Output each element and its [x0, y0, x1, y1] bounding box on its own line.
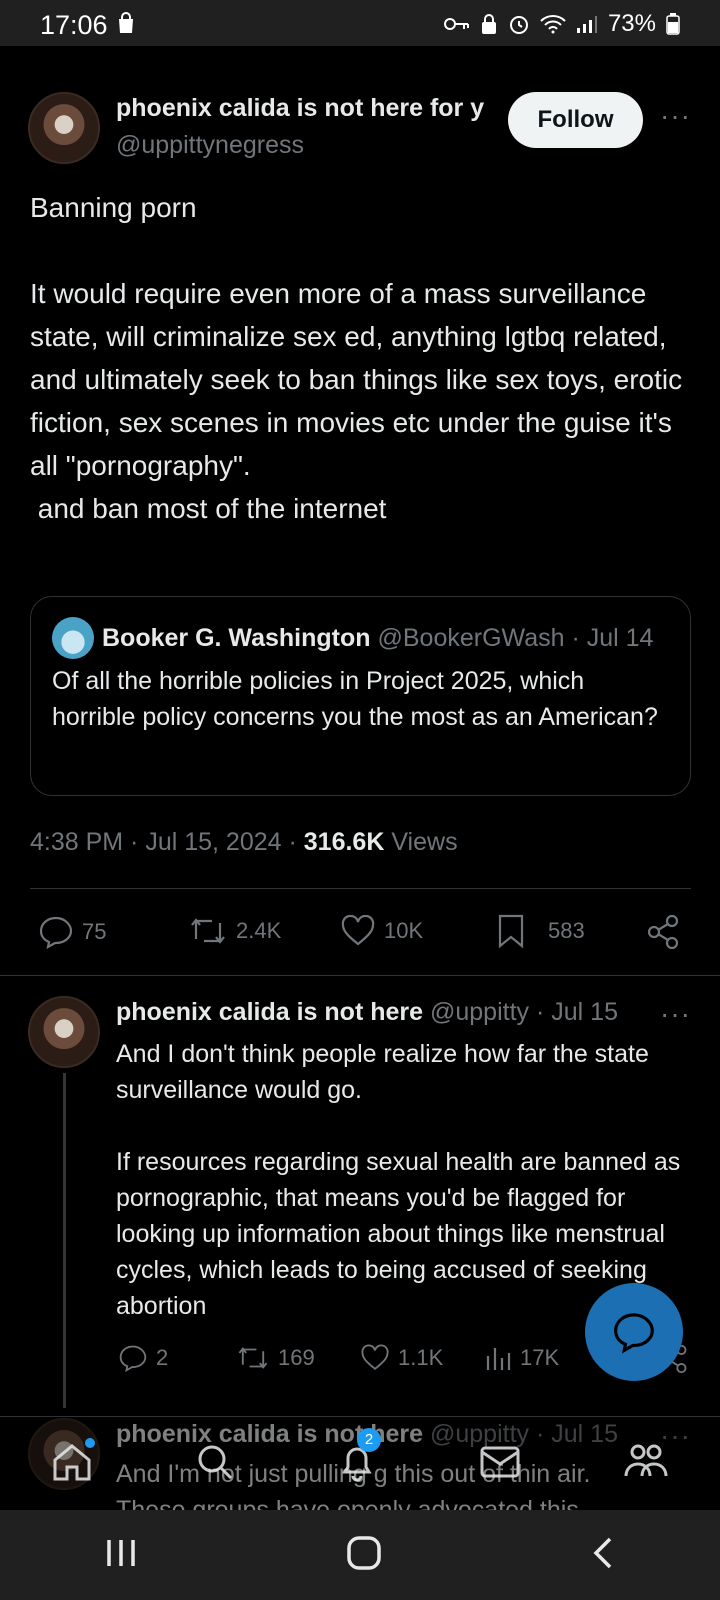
reply-icon — [119, 1345, 147, 1372]
home-unread-dot — [85, 1437, 95, 1448]
system-nav-bar — [0, 1510, 720, 1600]
quoted-handle: @BookerGWash — [377, 624, 565, 652]
quoted-avatar — [52, 617, 94, 659]
communities-icon — [624, 1444, 668, 1476]
reply-icon — [39, 916, 73, 949]
key-icon — [443, 18, 469, 30]
signal-icon — [576, 16, 597, 33]
bottom-nav: 2 — [0, 1420, 720, 1508]
author-handle[interactable]: @uppittynegress — [116, 131, 304, 160]
more-options-icon[interactable]: ··· — [660, 998, 691, 1030]
more-options-icon[interactable]: ··· — [660, 100, 691, 132]
thread-line — [63, 1073, 66, 1408]
reply-header: phoenix calida is not here @uppitty · Ju… — [116, 998, 618, 1027]
quoted-date: · Jul 14 — [571, 624, 654, 652]
author-display-name[interactable]: phoenix calida is not here for y — [116, 94, 494, 123]
reply-button[interactable]: 2 — [118, 1344, 168, 1372]
mail-icon — [480, 1446, 520, 1477]
heart-icon — [361, 1344, 389, 1371]
quoted-display-name: Booker G. Washington — [102, 624, 371, 652]
shopping-bag-icon — [116, 12, 136, 39]
views-count: 17K — [520, 1345, 560, 1370]
analytics-icon — [486, 1348, 511, 1370]
repost-button[interactable]: 2.4K — [188, 915, 281, 947]
tweet-text: Banning porn It would require even more … — [30, 192, 683, 524]
reply-count: 75 — [82, 919, 107, 944]
quoted-tweet[interactable]: Booker G. Washington @BookerGWash · Jul … — [30, 596, 691, 796]
reply-date: · Jul 15 — [535, 998, 618, 1026]
recent-apps-button[interactable] — [104, 1537, 138, 1574]
alarm-icon — [509, 16, 528, 34]
reply-handle[interactable]: @uppitty — [430, 998, 529, 1026]
views-button[interactable]: 17K — [484, 1344, 559, 1372]
avatar[interactable] — [28, 92, 100, 164]
divider — [30, 888, 691, 889]
compose-reply-icon — [614, 1313, 654, 1354]
reply-text: And I don't think people realize how far… — [116, 1040, 681, 1320]
repost-count: 2.4K — [236, 918, 282, 943]
status-icons: 73% — [443, 10, 680, 38]
nav-notifications[interactable]: 2 — [337, 1427, 381, 1487]
like-button[interactable]: 1.1K — [360, 1344, 443, 1372]
divider — [0, 1416, 720, 1417]
avatar[interactable] — [28, 996, 100, 1068]
tweet-meta: 4:38 PM · Jul 15, 2024 · 316.6K Views — [30, 828, 458, 857]
bookmark-icon — [498, 914, 524, 949]
bookmark-button[interactable]: 583 — [496, 913, 585, 949]
back-button[interactable] — [590, 1535, 616, 1576]
like-button[interactable]: 10K — [340, 915, 423, 947]
repost-icon — [191, 918, 225, 944]
home-system-button[interactable] — [345, 1534, 383, 1577]
share-button[interactable] — [646, 914, 680, 950]
heart-icon — [341, 915, 375, 946]
follow-button[interactable]: Follow — [508, 92, 643, 148]
repost-button[interactable]: 169 — [236, 1344, 315, 1372]
back-icon — [593, 1537, 612, 1568]
quoted-text: Of all the horrible policies in Project … — [52, 667, 658, 731]
battery-percent: 73% — [607, 10, 656, 37]
notifications-badge: 2 — [357, 1427, 381, 1452]
like-count: 10K — [384, 918, 424, 943]
share-icon — [647, 914, 679, 950]
views-label: Views — [384, 828, 458, 856]
search-icon — [198, 1445, 233, 1479]
repost-count: 169 — [278, 1345, 315, 1370]
home-icon — [53, 1443, 91, 1480]
divider — [0, 975, 720, 976]
recent-apps-icon — [106, 1539, 135, 1566]
repost-icon — [238, 1347, 268, 1369]
nav-search[interactable] — [195, 1442, 235, 1487]
status-time: 17:06 — [40, 10, 108, 40]
nav-messages[interactable] — [479, 1444, 521, 1485]
status-bar: 17:06 73% — [0, 0, 720, 46]
tweet-timestamp: 4:38 PM · Jul 15, 2024 · — [30, 828, 304, 856]
like-count: 1.1K — [398, 1345, 444, 1370]
home-circle-icon — [347, 1535, 381, 1570]
bookmark-count: 583 — [548, 918, 585, 943]
compose-reply-button[interactable] — [585, 1283, 683, 1381]
views-count: 316.6K — [303, 828, 385, 856]
wifi-icon — [540, 15, 566, 34]
reply-display-name[interactable]: phoenix calida is not here — [116, 998, 423, 1026]
battery-icon — [666, 13, 680, 35]
nav-home[interactable] — [51, 1437, 95, 1487]
lock-icon — [481, 14, 496, 34]
reply-button[interactable]: 75 — [38, 915, 106, 949]
nav-communities[interactable] — [623, 1442, 669, 1487]
reply-count: 2 — [156, 1345, 169, 1370]
